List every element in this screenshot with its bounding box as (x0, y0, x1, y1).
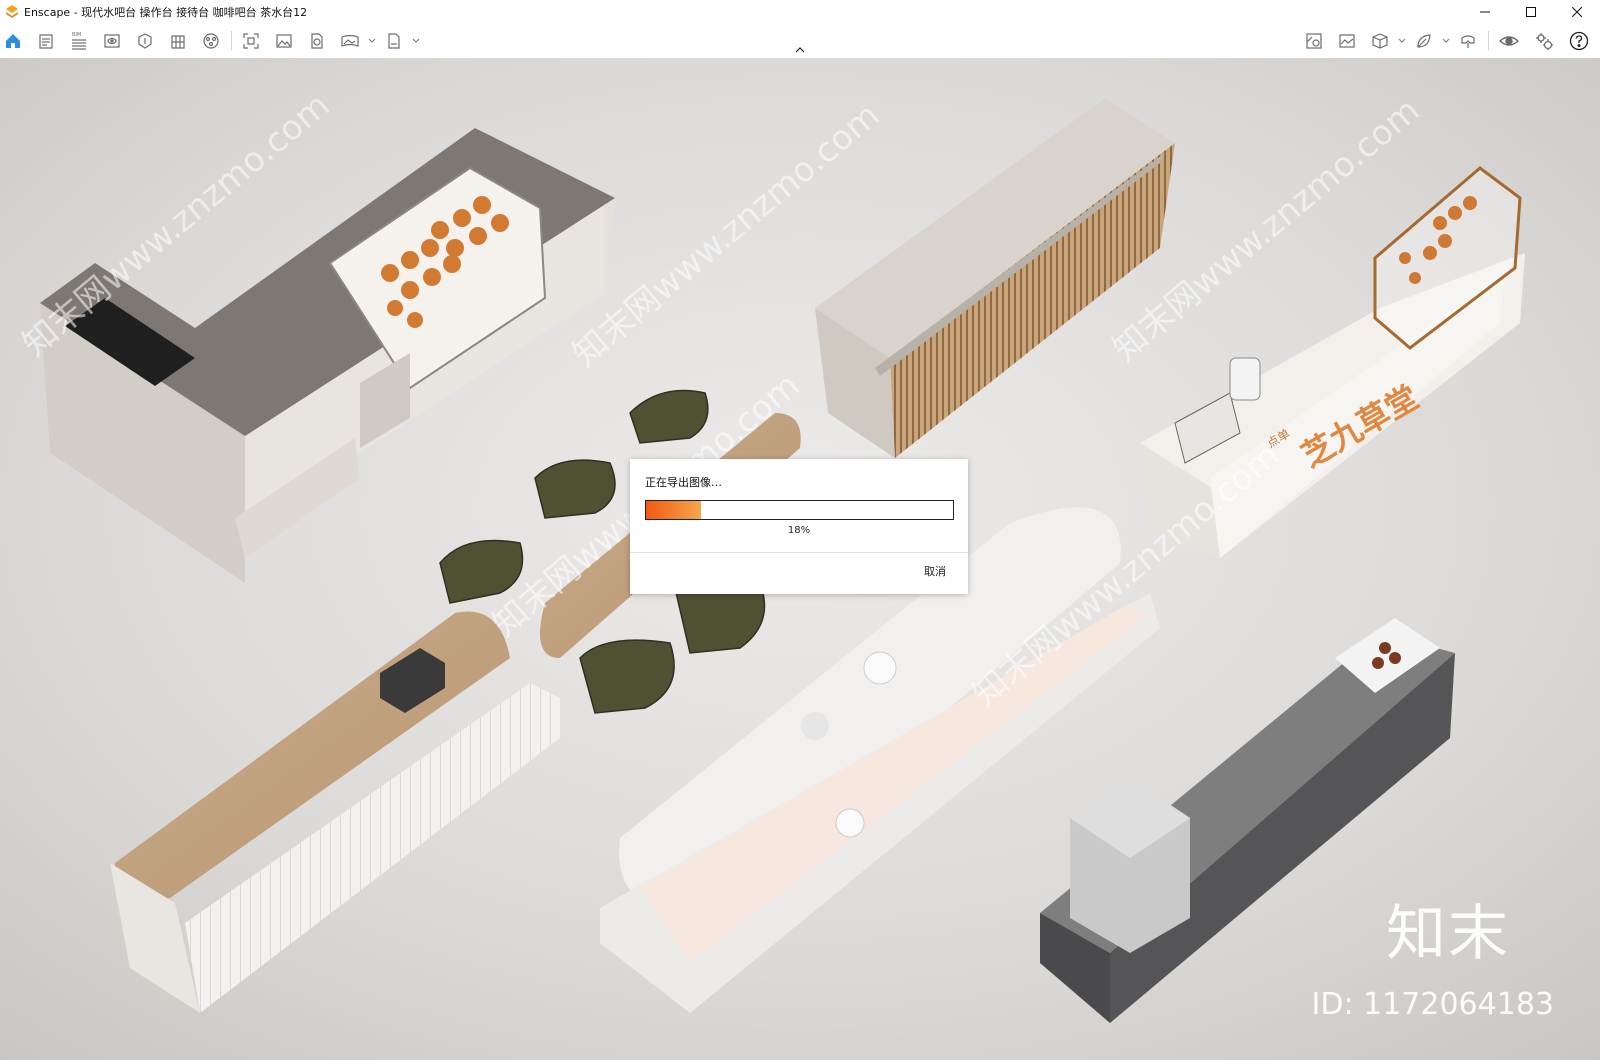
notes-icon (39, 34, 53, 49)
image-capture-button[interactable] (1334, 28, 1360, 54)
close-button[interactable] (1554, 0, 1600, 24)
view-icon (104, 34, 120, 48)
maximize-icon (1526, 7, 1536, 17)
maximize-button[interactable] (1508, 0, 1554, 24)
collapse-toolbar-button[interactable] (795, 44, 805, 54)
enscape-logo-icon (6, 5, 18, 18)
window-controls (1462, 0, 1600, 24)
brand-watermark: 知末 (1386, 899, 1510, 969)
progress-fill (646, 501, 702, 519)
image-button[interactable] (271, 28, 297, 54)
bim-button[interactable]: BIM (66, 28, 92, 54)
panorama-icon (341, 34, 359, 47)
minimize-button[interactable] (1462, 0, 1508, 24)
building-button[interactable] (165, 28, 191, 54)
chevron-down-icon (412, 38, 420, 43)
help-button[interactable] (1566, 28, 1592, 54)
site-context-icon (1306, 33, 1322, 49)
window-title: Enscape - 现代水吧台 操作台 接待台 咖啡吧台 茶水台12 (24, 6, 308, 19)
leaf-icon (1417, 34, 1431, 48)
home-icon (6, 34, 20, 48)
view-button[interactable] (99, 28, 125, 54)
toolbar: BIM (0, 24, 1600, 58)
cancel-button[interactable]: 取消 (924, 563, 946, 579)
image-icon (276, 34, 292, 48)
svg-text:BIM: BIM (72, 32, 81, 38)
help-icon (1569, 31, 1589, 51)
settings-icon (1536, 33, 1553, 50)
toolbar-separator (231, 31, 232, 51)
building-icon (171, 35, 185, 49)
chevron-up-icon (795, 46, 805, 52)
home-button[interactable] (0, 28, 26, 54)
chevron-down-icon (1398, 38, 1406, 43)
leaf-dropdown[interactable] (1441, 36, 1451, 46)
settings-button[interactable] (1531, 28, 1557, 54)
chevron-down-icon (368, 38, 376, 43)
visibility-button[interactable] (1496, 28, 1522, 54)
web-export-icon (311, 33, 323, 49)
bim-icon: BIM (72, 32, 86, 50)
asset-library-icon (138, 33, 152, 49)
export-dropdown[interactable] (411, 36, 421, 46)
export-progress-bar (645, 500, 954, 520)
cube-dropdown[interactable] (1397, 36, 1407, 46)
material-button[interactable] (198, 28, 224, 54)
material-icon (203, 33, 219, 49)
asset-library-button[interactable] (132, 28, 158, 54)
vr-button[interactable] (1455, 28, 1481, 54)
web-export-button[interactable] (304, 28, 330, 54)
exe-export-icon (388, 33, 400, 49)
site-context-button[interactable] (1301, 28, 1327, 54)
notes-button[interactable] (33, 28, 59, 54)
minimize-icon (1480, 11, 1490, 13)
cube-button[interactable] (1367, 28, 1393, 54)
progress-percent: 18% (787, 525, 811, 536)
cube-icon (1372, 33, 1388, 49)
export-progress-dialog: 正在导出图像… 18% 取消 (630, 459, 968, 594)
title-bar: Enscape - 现代水吧台 操作台 接待台 咖啡吧台 茶水台12 (0, 0, 1600, 24)
screenshot-icon (243, 33, 259, 49)
id-watermark: ID: 1172064183 (1311, 987, 1554, 1022)
image-capture-icon (1339, 34, 1355, 48)
exe-export-button[interactable] (381, 28, 407, 54)
chevron-down-icon (1442, 38, 1450, 43)
toolbar-separator (1488, 31, 1489, 51)
visibility-icon (1499, 36, 1519, 46)
dialog-title: 正在导出图像… (645, 476, 722, 489)
leaf-button[interactable] (1411, 28, 1437, 54)
dialog-divider (630, 552, 968, 553)
screenshot-button[interactable] (238, 28, 264, 54)
close-icon (1572, 7, 1582, 17)
panorama-dropdown[interactable] (367, 36, 377, 46)
panorama-button[interactable] (337, 28, 363, 54)
vr-icon (1461, 35, 1475, 48)
